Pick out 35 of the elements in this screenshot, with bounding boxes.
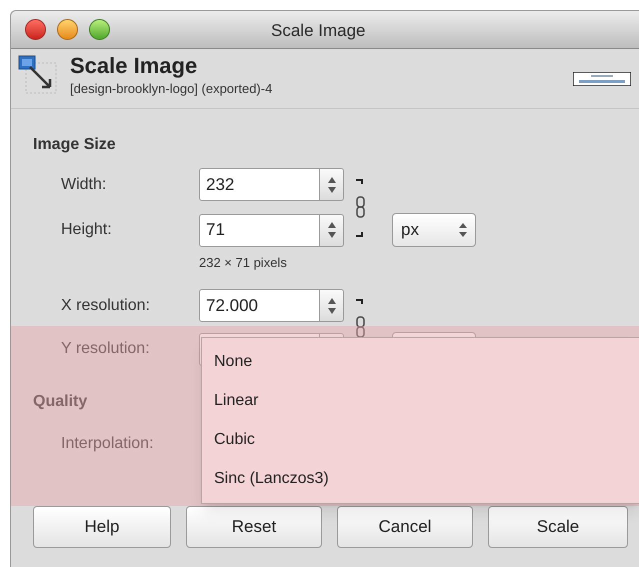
menu-item[interactable]: Cubic bbox=[202, 420, 639, 460]
menu-item[interactable]: Sinc (Lanczos3) bbox=[202, 460, 639, 499]
menu-item[interactable]: Linear bbox=[202, 381, 639, 420]
field-label: Height: bbox=[61, 220, 113, 240]
image-name: [design-brooklyn-logo] (exported)-4 bbox=[70, 80, 272, 98]
up-down-arrows-icon bbox=[459, 222, 467, 238]
unit-dropdown[interactable]: px bbox=[392, 213, 476, 247]
field-label: Width: bbox=[61, 174, 108, 194]
number-field[interactable]: 232 bbox=[199, 168, 320, 201]
window-title: Scale Image bbox=[271, 20, 366, 42]
number-field[interactable]: 72.000 bbox=[199, 289, 320, 322]
minimize-button[interactable] bbox=[57, 19, 78, 40]
field-label: Interpolation: bbox=[61, 434, 154, 454]
up-down-arrows-icon bbox=[328, 296, 336, 314]
field-label: X resolution: bbox=[61, 296, 151, 316]
stepper-button[interactable] bbox=[320, 214, 344, 246]
scale-icon bbox=[18, 55, 58, 95]
section-heading: Image Size bbox=[33, 135, 116, 155]
number-field[interactable]: 71 bbox=[199, 214, 320, 246]
chain-icon[interactable] bbox=[354, 176, 366, 238]
menu-item[interactable]: None bbox=[202, 342, 639, 382]
dialog-button[interactable]: Help bbox=[33, 506, 171, 548]
stepper-button[interactable] bbox=[320, 289, 344, 322]
close-button[interactable] bbox=[25, 19, 46, 40]
dialog-button[interactable]: Reset bbox=[186, 506, 322, 548]
field-label: Y resolution: bbox=[61, 339, 151, 359]
up-down-arrows-icon bbox=[328, 176, 336, 194]
pixel-size-text: 232 × 71 pixels bbox=[199, 254, 288, 272]
dialog-button[interactable]: Cancel bbox=[337, 506, 473, 548]
zoom-button[interactable] bbox=[89, 19, 110, 40]
stepper-button[interactable] bbox=[320, 168, 344, 201]
up-down-arrows-icon bbox=[328, 221, 336, 239]
dialog-title: Scale Image bbox=[70, 53, 198, 79]
section-heading: Quality bbox=[33, 392, 88, 412]
dialog-button[interactable]: Scale bbox=[488, 506, 628, 548]
